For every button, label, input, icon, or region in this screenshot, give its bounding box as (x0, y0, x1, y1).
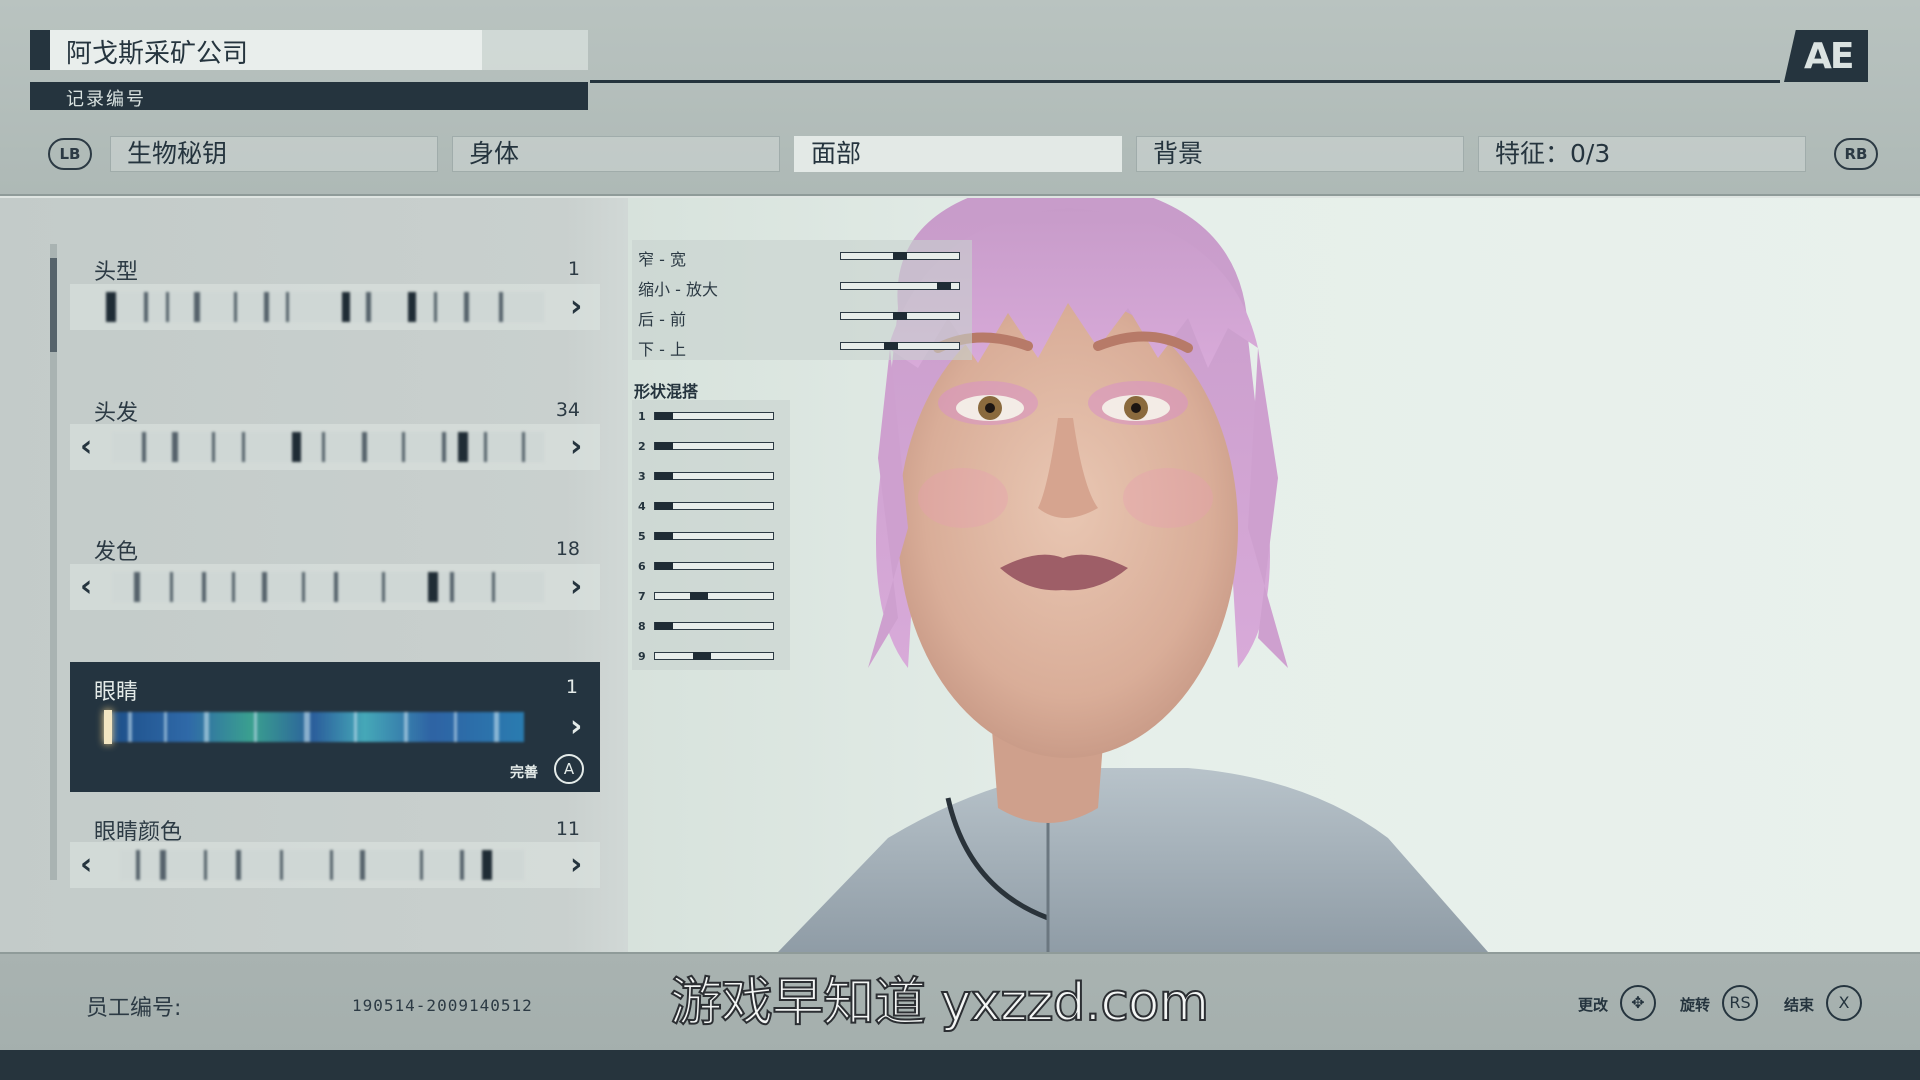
tab-biometric[interactable]: 生物秘钥 (110, 136, 438, 172)
shape-blend-label-9: 9 (638, 650, 646, 663)
category-label-head: 头型 (94, 260, 139, 285)
shape-blend-knob-4[interactable] (655, 502, 673, 510)
category-value-hair-color: 18 (555, 538, 580, 560)
company-accent (30, 30, 50, 70)
slider-label-depth: 后 - 前 (638, 310, 686, 329)
shape-blend-slider-9[interactable] (654, 652, 774, 660)
footer-strip (0, 1050, 1920, 1080)
slider-depth[interactable] (840, 312, 960, 320)
prev-arrow-hair-color[interactable]: ‹ (80, 572, 92, 602)
slider-label-height: 下 - 上 (638, 340, 686, 359)
category-label-eyes: 眼睛 (94, 680, 139, 705)
next-arrow-head[interactable]: › (570, 292, 582, 322)
rs-button[interactable]: RS (1722, 985, 1758, 1021)
shape-blend-label-1: 1 (638, 410, 646, 423)
hint-label-finish: 结束 (1784, 996, 1815, 1014)
tab-body[interactable]: 身体 (452, 136, 780, 172)
hint-label-rotate: 旋转 (1680, 996, 1711, 1014)
scrollbar-thumb[interactable] (50, 258, 57, 352)
tab-face[interactable]: 面部 (794, 136, 1122, 172)
shape-blend-label-5: 5 (638, 530, 646, 543)
header-divider (590, 80, 1780, 83)
next-arrow-hair-color[interactable]: › (570, 572, 582, 602)
next-arrow-hair[interactable]: › (570, 432, 582, 462)
shape-blend-knob-2[interactable] (655, 442, 673, 450)
category-value-eye-color: 11 (555, 818, 580, 840)
slider-label-width: 窄 - 宽 (638, 250, 686, 269)
shape-blend-slider-1[interactable] (654, 412, 774, 420)
prev-arrow-hair[interactable]: ‹ (80, 432, 92, 462)
shape-blend-slider-5[interactable] (654, 532, 774, 540)
shape-blend-knob-5[interactable] (655, 532, 673, 540)
prev-arrow-eye-color[interactable]: ‹ (80, 850, 92, 880)
tab-traits[interactable]: 特征：0/3 (1478, 136, 1806, 172)
shape-blend-label-3: 3 (638, 470, 646, 483)
slider-scale-knob[interactable] (937, 282, 951, 290)
shape-blend-knob-6[interactable] (655, 562, 673, 570)
company-name: 阿戈斯采矿公司 (66, 39, 249, 69)
slider-height[interactable] (840, 342, 960, 350)
slider-depth-knob[interactable] (893, 312, 907, 320)
watermark-text: 游戏早知道 yxzzd.com (669, 972, 1210, 1034)
slider-width[interactable] (840, 252, 960, 260)
shape-blend-title: 形状混搭 (634, 382, 699, 401)
preset-barcode-head[interactable] (104, 292, 544, 322)
shape-blend-slider-8[interactable] (654, 622, 774, 630)
slider-width-knob[interactable] (893, 252, 907, 260)
shape-blend-label-2: 2 (638, 440, 646, 453)
shape-blend-knob-3[interactable] (655, 472, 673, 480)
slider-scale[interactable] (840, 282, 960, 290)
shape-blend-slider-3[interactable] (654, 472, 774, 480)
category-value-eyes: 1 (565, 676, 578, 698)
rb-button[interactable]: RB (1834, 138, 1878, 170)
employee-id-label: 员工编号: (86, 996, 182, 1021)
preset-cursor-eyes (104, 710, 112, 744)
shape-blend-slider-4[interactable] (654, 502, 774, 510)
shape-blend-label-6: 6 (638, 560, 646, 573)
tab-background[interactable]: 背景 (1136, 136, 1464, 172)
record-label: 记录编号 (66, 89, 146, 110)
ae-logo-text: AE (1804, 36, 1854, 77)
shape-blend-knob-7[interactable] (690, 592, 708, 600)
shape-blend-knob-9[interactable] (693, 652, 711, 660)
preset-barcode-hair[interactable] (112, 432, 544, 462)
preset-barcode-eye-color[interactable] (120, 850, 524, 880)
preset-barcode-eyes[interactable] (104, 712, 524, 742)
shape-blend-label-4: 4 (638, 500, 646, 513)
shape-blend-slider-2[interactable] (654, 442, 774, 450)
refine-label: 完善 (510, 765, 538, 781)
category-label-hair: 头发 (94, 401, 139, 426)
next-arrow-eye-color[interactable]: › (570, 850, 582, 880)
x-button[interactable]: X (1826, 985, 1862, 1021)
ae-logo: AE (1784, 30, 1868, 82)
dpad-icon[interactable]: ✥ (1620, 985, 1656, 1021)
employee-id-value: 190514-2009140512 (352, 996, 533, 1015)
lb-button[interactable]: LB (48, 138, 92, 170)
shape-blend-slider-7[interactable] (654, 592, 774, 600)
shape-blend-slider-6[interactable] (654, 562, 774, 570)
shape-blend-label-7: 7 (638, 590, 646, 603)
category-label-hair-color: 发色 (94, 540, 139, 565)
preset-barcode-hair-color[interactable] (112, 572, 544, 602)
slider-height-knob[interactable] (884, 342, 898, 350)
slider-label-scale: 缩小 - 放大 (638, 280, 718, 299)
shape-blend-label-8: 8 (638, 620, 646, 633)
shape-blend-knob-1[interactable] (655, 412, 673, 420)
category-card-eyes-selected[interactable]: 眼睛 1 › 完善 A (70, 662, 600, 792)
next-arrow-eyes[interactable]: › (570, 712, 582, 742)
category-value-hair: 34 (555, 399, 580, 421)
a-button[interactable]: A (554, 754, 584, 784)
hint-label-change: 更改 (1578, 996, 1609, 1014)
category-value-head: 1 (567, 258, 580, 280)
shape-blend-knob-8[interactable] (655, 622, 673, 630)
